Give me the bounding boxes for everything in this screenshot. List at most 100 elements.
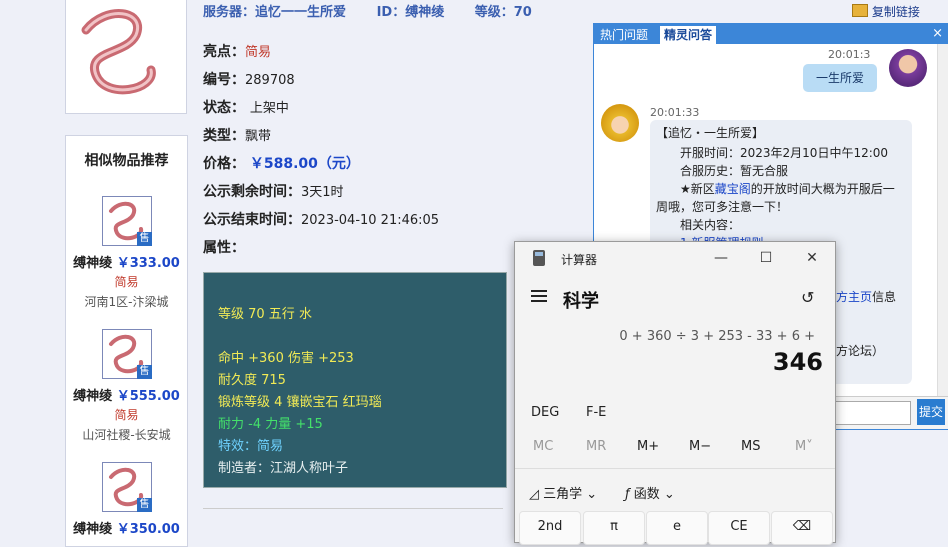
info-value: 飘带: [245, 129, 272, 144]
hamburger-menu-icon[interactable]: [531, 290, 547, 302]
similar-item-thumb[interactable]: 售: [102, 462, 152, 512]
close-icon[interactable]: ✕: [802, 248, 822, 268]
similar-item-name-price[interactable]: 缚神绫 ￥350.00: [66, 518, 187, 537]
memory-list-button[interactable]: M˅: [795, 439, 813, 454]
deg-button[interactable]: DEG: [531, 405, 559, 420]
similar-item-name-price[interactable]: 缚神绫 ￥555.00: [66, 385, 187, 404]
attr-line-durability: 耐久度 715: [218, 373, 286, 388]
attr-line-hit: 命中 +360 伤害 +253: [218, 351, 354, 366]
sale-badge: 售: [137, 232, 152, 246]
attribute-box: 等级 70 五行 水 命中 +360 伤害 +253 耐久度 715 锻炼等级 …: [203, 272, 507, 488]
history-icon[interactable]: ↺: [801, 288, 814, 307]
similar-item-server: 山河社稷-长安城: [82, 428, 171, 442]
m-minus-button[interactable]: M−: [689, 439, 711, 454]
chevron-down-icon: ⌄: [586, 487, 598, 502]
chat-input[interactable]: [834, 401, 911, 425]
chat-scrollbar[interactable]: [937, 44, 948, 428]
similar-items-title: 相似物品推荐: [84, 153, 169, 169]
info-value: 289708: [245, 73, 295, 88]
info-highlight: 亮点：简易: [203, 41, 271, 61]
similar-item-thumb[interactable]: 售: [102, 329, 152, 379]
function-label: 函数: [633, 487, 660, 502]
trig-dropdown[interactable]: ◿ 三角学 ⌄: [529, 483, 597, 502]
info-label: 编号：: [203, 72, 245, 88]
my-message-time: 20:01:3: [828, 48, 871, 61]
trig-label: 三角学: [543, 487, 583, 502]
info-status: 状态： 上架中: [203, 97, 289, 117]
info-type: 类型：飘带: [203, 125, 271, 145]
info-label: 亮点：: [203, 44, 245, 60]
id-value: 缚神绫: [405, 5, 445, 20]
m-plus-button[interactable]: M+: [637, 439, 659, 454]
info-value: ￥588.00（元）: [249, 156, 360, 172]
level-value: 70: [513, 5, 532, 20]
info-price: 价格： ￥588.00（元）: [203, 153, 360, 173]
reply-line: 合服历史：暂无合服: [680, 164, 789, 178]
similar-item-name: 缚神绫: [73, 522, 113, 537]
similar-item-price: ￥333.00: [116, 256, 180, 271]
my-message: 一生所爱: [803, 64, 877, 92]
user-avatar: [889, 49, 927, 87]
similar-item-thumb[interactable]: 售: [102, 196, 152, 246]
copy-link-label: 复制链接: [871, 5, 920, 19]
info-label: 价格：: [203, 156, 245, 172]
minimize-icon[interactable]: —: [711, 248, 731, 268]
info-label: 公示剩余时间：: [203, 184, 301, 200]
reply-line: 相关内容：: [680, 218, 741, 232]
tab-qa[interactable]: 精灵问答: [660, 26, 717, 44]
second-button[interactable]: 2nd: [519, 511, 581, 545]
similar-item-name: 缚神绫: [73, 389, 113, 404]
reply-line: 周哦，您可多注意一下！: [656, 200, 789, 214]
tab-hot-questions[interactable]: 热门问题: [596, 26, 652, 44]
sale-badge: 售: [137, 365, 152, 379]
reply-text: ★新区: [680, 182, 715, 196]
mc-button[interactable]: MC: [533, 439, 553, 454]
reply-line: 方论坛）: [836, 344, 885, 358]
ms-button[interactable]: MS: [741, 439, 760, 454]
sale-badge: 售: [137, 498, 152, 512]
function-icon: ƒ: [625, 487, 630, 502]
similar-items-panel: 相似物品推荐 售 缚神绫 ￥333.00 简易 河南1区-汴梁城 售 缚神绫 ￥…: [65, 135, 188, 547]
item-header: 服务器：追忆一一生所爱 ID：缚神绫 等级：70: [203, 1, 558, 20]
mr-button[interactable]: MR: [586, 439, 606, 454]
server-info: 服务器：追忆一一生所爱: [203, 5, 346, 20]
chat-send-button[interactable]: 提交: [917, 399, 945, 425]
reply-time: 20:01:33: [650, 106, 700, 119]
ce-button[interactable]: CE: [708, 511, 770, 545]
treasure-link[interactable]: 藏宝阁: [715, 182, 751, 196]
level-info: 等级：70: [475, 5, 532, 20]
server-label: 服务器：: [203, 5, 256, 20]
fe-button[interactable]: F-E: [586, 405, 606, 420]
chat-close-button[interactable]: ×: [932, 26, 943, 41]
e-button[interactable]: e: [646, 511, 708, 545]
assistant-avatar: [601, 104, 639, 142]
info-value: 2023-04-10 21:46:05: [301, 213, 440, 228]
reply-line: 开服时间：2023年2月10日中午12:00: [680, 146, 889, 160]
reply-line: 【追忆・一生所爱】: [656, 126, 765, 140]
calculator-window: 计算器 — ☐ ✕ 科学 ↺ 0 + 360 ÷ 3 + 253 - 33 + …: [514, 241, 836, 545]
backspace-button[interactable]: ⌫: [771, 511, 833, 545]
server-value: 追忆一一生所爱: [255, 5, 347, 20]
pi-button[interactable]: π: [583, 511, 645, 545]
function-dropdown[interactable]: ƒ 函数 ⌄: [625, 483, 675, 502]
triangle-icon: ◿: [529, 487, 539, 502]
info-value: 简易: [245, 45, 272, 60]
similar-item-price: ￥555.00: [116, 389, 180, 404]
calculator-mode: 科学: [563, 291, 599, 312]
info-id: 编号：289708: [203, 69, 295, 89]
divider: [203, 508, 503, 509]
similar-item-name-price[interactable]: 缚神绫 ￥333.00: [66, 252, 187, 271]
level-label: 等级：: [474, 5, 514, 20]
info-label: 属性：: [203, 240, 245, 256]
reply-line: 方主页信息: [836, 288, 896, 306]
copy-link-button[interactable]: 复制链接: [852, 3, 920, 20]
calculator-result: 346: [772, 348, 823, 376]
chevron-down-icon: ⌄: [663, 487, 675, 502]
similar-item-price: ￥350.00: [116, 522, 180, 537]
info-label: 状态：: [203, 100, 245, 116]
maximize-icon[interactable]: ☐: [756, 248, 776, 268]
id-label: ID：: [376, 5, 406, 20]
homepage-link[interactable]: 方主页: [836, 290, 872, 304]
calculator-expression: 0 + 360 ÷ 3 + 253 - 33 + 6 +: [619, 329, 815, 344]
attr-line-level: 等级 70 五行 水: [218, 307, 312, 322]
